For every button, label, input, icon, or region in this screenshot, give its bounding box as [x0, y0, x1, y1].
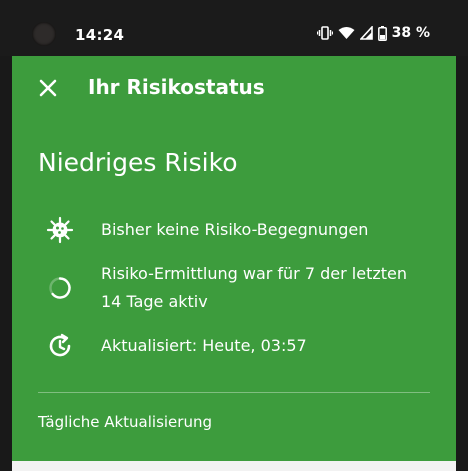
daily-update-label: Tägliche Aktualisierung — [38, 413, 212, 431]
risk-status-card: Ihr Risikostatus Niedriges Risiko Bisher… — [12, 56, 456, 461]
divider — [38, 392, 430, 393]
signal-icon — [359, 26, 373, 40]
risk-encounters-text: Bisher keine Risiko-Begegnungen — [101, 220, 369, 239]
virus-icon — [46, 216, 74, 244]
close-icon — [39, 79, 57, 97]
phone-screen: 14:24 38 % Ihr Risikostatus Niedriges Ri… — [0, 0, 468, 471]
tracing-days-text: Risiko-Ermittlung war für 7 der letzten … — [101, 264, 407, 311]
clock-refresh-icon — [46, 332, 74, 360]
card-below-strip — [12, 461, 456, 471]
status-bar: 14:24 38 % — [0, 0, 468, 56]
status-icons: 38 % — [316, 25, 430, 41]
progress-circle-icon — [46, 274, 74, 302]
battery-percent: 38 % — [391, 25, 430, 41]
front-camera — [32, 22, 56, 46]
risk-level-title: Niedriges Risiko — [38, 148, 238, 177]
vibrate-icon — [316, 26, 333, 40]
page-title: Ihr Risikostatus — [88, 75, 265, 99]
close-button[interactable] — [36, 76, 60, 100]
battery-icon — [377, 25, 387, 41]
status-time: 14:24 — [75, 26, 125, 44]
top-app-bar: Ihr Risikostatus — [12, 56, 456, 120]
last-updated-text: Aktualisiert: Heute, 03:57 — [101, 336, 307, 355]
wifi-icon — [338, 26, 355, 40]
